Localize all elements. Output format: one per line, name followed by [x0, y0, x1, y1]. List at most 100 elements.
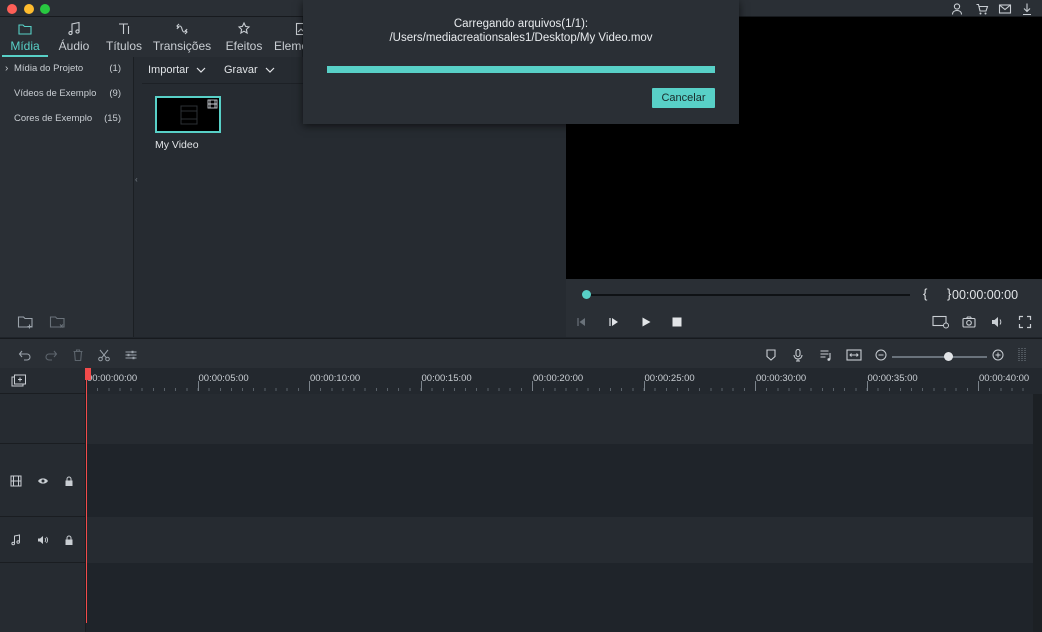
- playhead-line[interactable]: [86, 368, 87, 623]
- media-tabs: Mídia Áudio Títulos Transições Efeitos E…: [0, 17, 308, 57]
- track-header-column: [0, 368, 86, 632]
- video-track-header: [0, 444, 86, 517]
- adjust-sliders-icon[interactable]: [124, 348, 138, 362]
- panel-splitter[interactable]: ‹: [134, 57, 142, 337]
- lock-icon[interactable]: [63, 534, 75, 546]
- collapse-arrow-icon: ‹: [135, 175, 138, 184]
- library-item-sample-videos[interactable]: Vídeos de Exemplo (9): [0, 82, 133, 104]
- ruler-time-label: 00:00:30:00: [756, 373, 807, 384]
- timeline-toolbar: [0, 338, 1042, 368]
- marker-shield-icon[interactable]: [764, 348, 778, 362]
- audio-track-header: [0, 517, 86, 563]
- ruler-time-label: 00:00:05:00: [198, 373, 249, 384]
- preview-controls: { } 00:00:00:00: [566, 279, 1042, 337]
- scrubber-track[interactable]: [586, 294, 910, 296]
- library-item-sample-colors[interactable]: Cores de Exemplo (15): [0, 107, 133, 129]
- folder-icon: [18, 24, 32, 35]
- tab-effects[interactable]: Efeitos: [223, 17, 265, 57]
- tab-label: Efeitos: [225, 39, 263, 53]
- tab-label: Títulos: [105, 39, 142, 53]
- tab-label: Mídia: [10, 39, 40, 53]
- ruler-time-label: 00:00:00:00: [87, 373, 138, 384]
- undo-icon[interactable]: [18, 348, 32, 362]
- ruler-time-label: 00:00:15:00: [421, 373, 472, 384]
- library-item-project-media[interactable]: › Mídia do Projeto (1): [0, 57, 133, 79]
- eye-icon[interactable]: [37, 475, 49, 487]
- tab-media[interactable]: Mídia: [2, 17, 48, 57]
- step-back-icon[interactable]: [575, 315, 589, 329]
- record-label: Gravar: [224, 64, 258, 76]
- zoom-slider-track[interactable]: [892, 356, 987, 358]
- dialog-file-path: /Users/mediacreationsales1/Desktop/My Vi…: [389, 32, 653, 44]
- microphone-icon[interactable]: [791, 348, 805, 362]
- speaker-icon[interactable]: [37, 534, 49, 546]
- library-item-count: (15): [104, 112, 121, 124]
- ruler-time-label: 00:00:25:00: [644, 373, 695, 384]
- mail-icon[interactable]: [998, 2, 1012, 16]
- step-forward-icon[interactable]: [607, 315, 621, 329]
- grip-handle-icon[interactable]: [1017, 347, 1027, 363]
- delete-folder-icon[interactable]: [49, 314, 67, 330]
- fullscreen-icon[interactable]: [1018, 315, 1032, 329]
- cart-icon[interactable]: [975, 2, 989, 16]
- tab-audio[interactable]: Áudio: [54, 17, 94, 57]
- library-item-count: (1): [109, 62, 121, 74]
- redo-icon[interactable]: [44, 348, 58, 362]
- tab-transitions[interactable]: Transições: [152, 17, 212, 57]
- import-dropdown[interactable]: Importar: [148, 64, 206, 76]
- track-lane-top[interactable]: [86, 394, 1033, 444]
- display-settings-icon[interactable]: [932, 315, 950, 329]
- add-track-row: [0, 368, 86, 394]
- play-icon[interactable]: [639, 315, 653, 329]
- ruler-minor-ticks: [86, 388, 1032, 391]
- track-header-empty: [0, 394, 86, 444]
- scrubber-handle[interactable]: [582, 290, 591, 299]
- playhead-handle[interactable]: [85, 368, 91, 380]
- lock-icon[interactable]: [63, 475, 75, 487]
- add-track-icon[interactable]: [11, 374, 27, 388]
- effects-icon: [237, 21, 251, 35]
- media-thumbnail-caption: My Video: [155, 139, 199, 151]
- cut-scissors-icon[interactable]: [97, 348, 111, 362]
- ruler-time-label: 00:00:20:00: [533, 373, 584, 384]
- zoom-in-icon[interactable]: [991, 348, 1005, 362]
- video-type-icon: [207, 99, 218, 109]
- tab-label: Áudio: [58, 39, 90, 53]
- tab-titles[interactable]: Títulos: [103, 17, 145, 57]
- audio-track-lane[interactable]: [86, 517, 1033, 563]
- chevron-right-icon: ›: [5, 62, 9, 74]
- timeline-vertical-scrollbar[interactable]: [1033, 394, 1042, 632]
- preview-timecode: 00:00:00:00: [952, 288, 1019, 302]
- download-icon[interactable]: [1020, 2, 1034, 16]
- window-minimize-button[interactable]: [24, 4, 34, 14]
- timeline-ruler[interactable]: 00:00:00:00 00:00:05:00 00:00:10:00 00:00:1…: [86, 368, 1042, 394]
- volume-icon[interactable]: [990, 315, 1004, 329]
- loading-progress-bar: [327, 66, 715, 73]
- film-icon: [10, 475, 22, 487]
- library-item-label: Cores de Exemplo: [14, 112, 93, 124]
- ruler-time-label: 00:00:40:00: [979, 373, 1030, 384]
- dialog-title: Carregando arquivos(1/1):: [453, 18, 589, 30]
- window-maximize-button[interactable]: [40, 4, 50, 14]
- video-track-lane[interactable]: [86, 444, 1033, 517]
- delete-icon[interactable]: [71, 348, 85, 362]
- zoom-out-icon[interactable]: [874, 348, 888, 362]
- chevron-down-icon: [196, 67, 206, 73]
- new-folder-icon[interactable]: [17, 314, 35, 330]
- track-lane-empty: [86, 563, 1033, 632]
- account-icon[interactable]: [950, 2, 964, 16]
- zoom-slider-handle[interactable]: [944, 352, 953, 361]
- stop-icon[interactable]: [670, 315, 684, 329]
- ruler-time-label: 00:00:10:00: [310, 373, 361, 384]
- cancel-button[interactable]: Cancelar: [652, 88, 715, 108]
- film-strip-icon: [180, 105, 198, 125]
- window-close-button[interactable]: [7, 4, 17, 14]
- audio-mixer-icon[interactable]: [819, 348, 833, 362]
- fit-timeline-icon[interactable]: [846, 348, 862, 362]
- ruler-time-label: 00:00:35:00: [867, 373, 918, 384]
- record-dropdown[interactable]: Gravar: [224, 64, 275, 76]
- progress-fill: [327, 66, 715, 73]
- snapshot-camera-icon[interactable]: [962, 315, 976, 329]
- chevron-down-icon: [265, 67, 275, 73]
- media-thumbnail[interactable]: [155, 96, 221, 133]
